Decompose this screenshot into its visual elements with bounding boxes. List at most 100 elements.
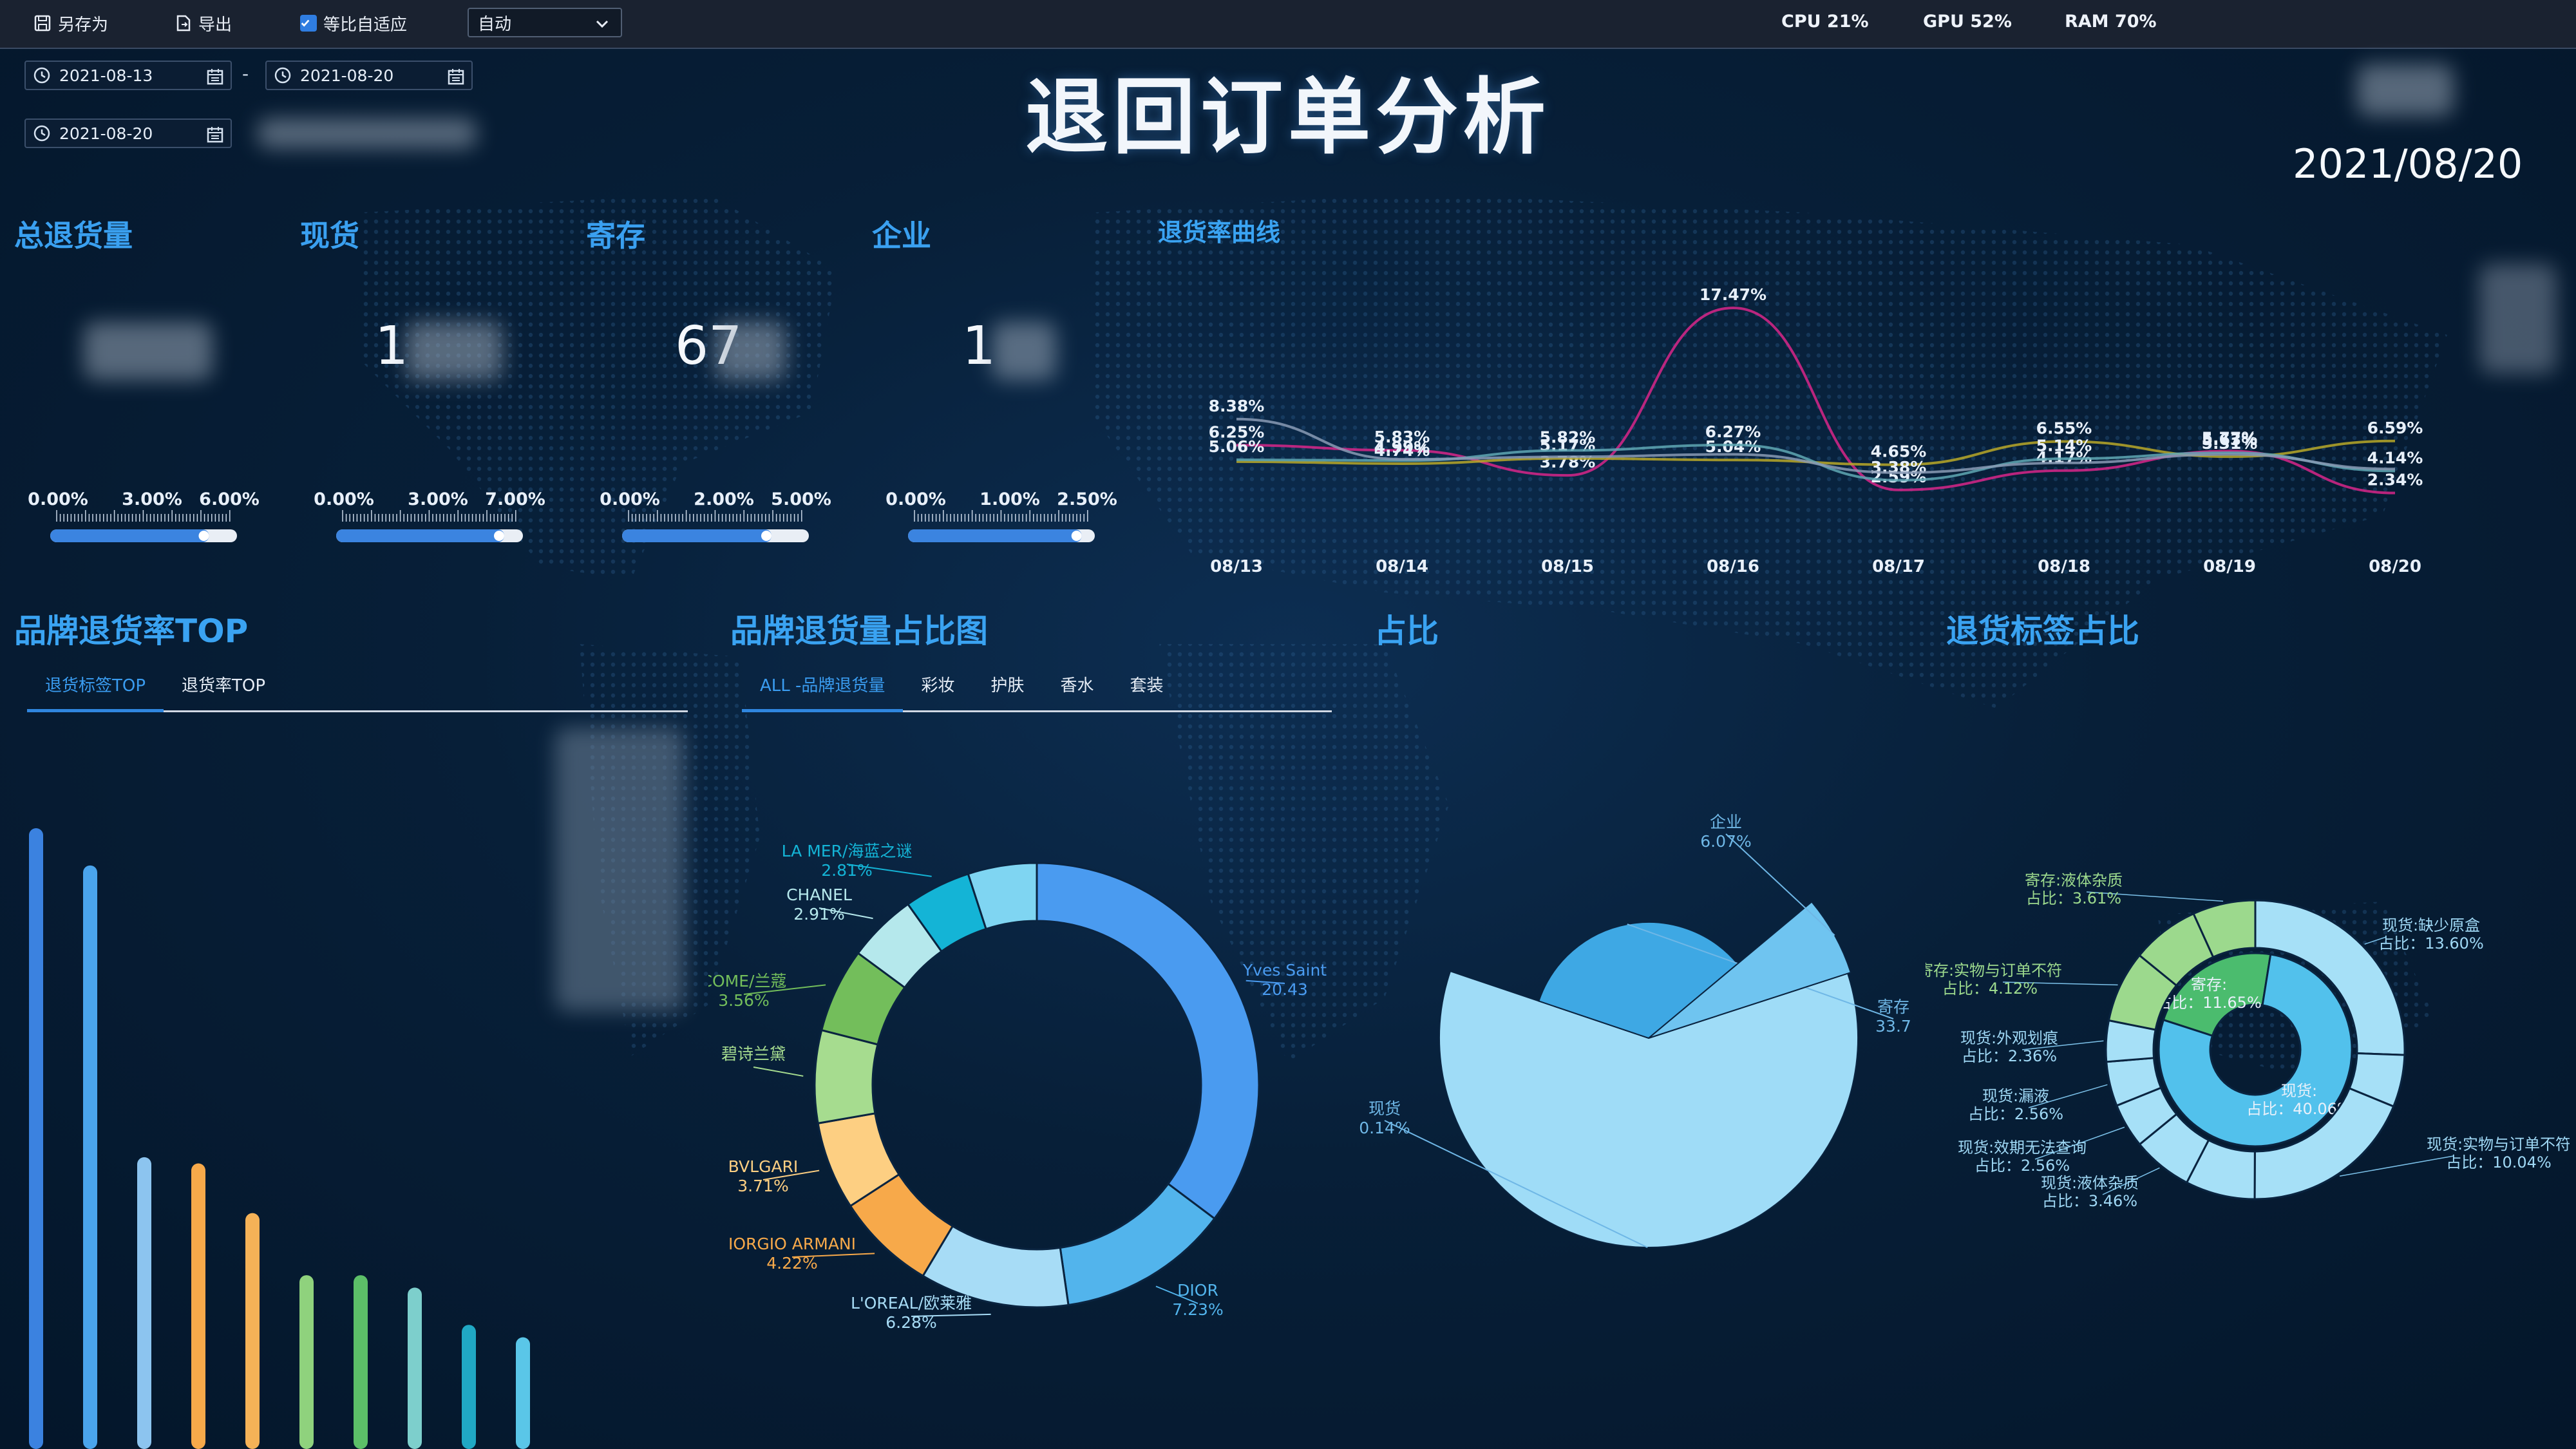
tab-skincare[interactable]: 护肤 xyxy=(972,661,1042,710)
tag-share-sunburst-chart: 寄存:占比：11.65%现货:占比：40.06%现货:缺少原盒占比：13.60%… xyxy=(1926,871,2570,1210)
end-date-value: 2021-08-20 xyxy=(300,66,394,85)
outer-slice-percent: 占比：3.46% xyxy=(2042,1192,2137,1210)
slice-name: 现货 xyxy=(1368,1099,1401,1118)
kpi-label-total: 总退货量 xyxy=(14,218,133,253)
outer-slice-name: 寄存:实物与订单不符 xyxy=(1926,961,2062,980)
save-icon xyxy=(34,15,51,32)
data-label: 17.47% xyxy=(1700,285,1766,304)
gauge-fill xyxy=(908,529,1082,542)
mode-select[interactable]: 自动 xyxy=(468,8,622,37)
brand-share-tabs: ALL -品牌退货量 彩妆 护肤 香水 套装 xyxy=(742,661,1332,712)
slice-name: 寄存 xyxy=(1877,998,1909,1016)
tab-return-tag-top[interactable]: 退货标签TOP xyxy=(27,661,164,712)
x-tick-label: 08/17 xyxy=(1872,557,1925,576)
slice-name: BVLGARI xyxy=(728,1157,799,1176)
data-label: 8.38% xyxy=(1209,397,1265,415)
x-tick-label: 08/16 xyxy=(1707,557,1759,576)
kpi-gauges: 0.00% 3.00% 6.00% 0.00% 3.00% 7.00% 0.00% 2.00%… xyxy=(28,489,1117,542)
save-as-button[interactable]: 另存为 xyxy=(33,9,108,37)
bar xyxy=(191,1163,205,1449)
outer-slice-name: 寄存:液体杂质 xyxy=(2025,871,2123,889)
data-label: 5.14% xyxy=(2036,436,2092,455)
end-date-picker[interactable]: 2021-08-20 xyxy=(265,61,473,90)
x-tick-label: 08/19 xyxy=(2203,557,2256,576)
data-label: 5.06% xyxy=(1209,437,1265,456)
blurred-kpi-deposit xyxy=(715,322,786,380)
gauge-tick-label: 3.00% xyxy=(408,489,468,509)
slice-name: 企业 xyxy=(1710,813,1742,831)
slice-percent: 0.14% xyxy=(1359,1119,1410,1137)
blurred-region xyxy=(258,118,477,148)
blurred-kpi-enterprise xyxy=(992,322,1056,380)
gauge-tick-label: 2.00% xyxy=(694,489,754,509)
slice-percent: 3.56% xyxy=(718,991,769,1010)
donut-slice xyxy=(1036,862,1260,1220)
share-pie-chart: 现货0.14% 寄存33.7 企业6.07% xyxy=(1359,813,1911,1248)
slice-percent: 3.71% xyxy=(737,1177,788,1195)
outer-slice-name: 现货:漏液 xyxy=(1982,1087,2049,1105)
tab-perfume[interactable]: 香水 xyxy=(1042,661,1112,710)
tag-share-title: 退货标签占比 xyxy=(1946,612,2139,650)
outer-slice-name: 现货:外观划痕 xyxy=(1960,1029,2058,1047)
gauge-tick-label: 0.00% xyxy=(886,489,946,509)
calendar-icon xyxy=(207,69,223,85)
calendar-icon xyxy=(448,69,464,85)
brand-share-donut-chart: Yves Saint20.43DIOR7.23%L'OREAL/欧莱雅6.28%… xyxy=(708,842,1327,1332)
data-label: 5.82% xyxy=(1540,428,1596,446)
outer-slice-percent: 占比：4.12% xyxy=(1942,980,2038,998)
page-title: 退回订单分析 xyxy=(1025,70,1551,166)
data-label: 2.34% xyxy=(2367,471,2423,489)
blurred-logo xyxy=(2357,64,2454,116)
outer-slice-percent: 占比：3.61% xyxy=(2026,889,2121,907)
gauge-tick-label: 0.00% xyxy=(600,489,660,509)
donut-slice xyxy=(813,1028,879,1125)
slice-name: IORGIO ARMANI xyxy=(728,1235,856,1253)
kpi-label-spot: 现货 xyxy=(300,218,359,253)
cpu-stat: CPU 21% xyxy=(1781,12,1869,32)
chevron-down-icon xyxy=(596,20,609,28)
kpi-label-enterprise: 企业 xyxy=(872,218,931,253)
return-rate-line-chart: 6.25% 5.83%3.78%17.47%2.59%4.17%5.77%2.34… xyxy=(1209,285,2423,576)
clock-icon xyxy=(33,125,50,142)
inner-slice-name: 现货: xyxy=(2281,1082,2317,1100)
slice-name: COME/兰蔻 xyxy=(708,972,786,990)
outer-slice-percent: 占比：13.60% xyxy=(2378,934,2484,952)
fit-checkbox[interactable]: 等比自适应 xyxy=(300,9,407,37)
gauge-fill xyxy=(50,529,209,542)
series-line xyxy=(1236,307,2396,495)
blurred-kpi-spot xyxy=(406,322,502,380)
bar xyxy=(462,1325,476,1449)
x-tick-label: 08/14 xyxy=(1376,557,1428,576)
slice-name: CHANEL xyxy=(786,886,852,904)
export-icon xyxy=(176,15,191,32)
leader-line xyxy=(753,1066,804,1077)
slice-name: DIOR xyxy=(1177,1281,1218,1300)
outer-slice-percent: 占比：10.04% xyxy=(2446,1153,2552,1171)
slice-percent: 20.43 xyxy=(1262,980,1308,999)
fit-label: 等比自适应 xyxy=(323,15,408,35)
gauge-tick-label: 6.00% xyxy=(199,489,260,509)
tab-makeup[interactable]: 彩妆 xyxy=(903,661,972,710)
x-tick-label: 08/13 xyxy=(1210,557,1263,576)
slice-percent: 2.91% xyxy=(793,905,844,923)
tab-return-rate-top[interactable]: 退货率TOP xyxy=(164,661,283,710)
inner-slice-percent: 占比：11.65% xyxy=(2156,994,2262,1012)
tab-all-brands[interactable]: ALL -品牌退货量 xyxy=(742,661,904,712)
start-date-picker[interactable]: 2021-08-13 xyxy=(24,61,232,90)
bar xyxy=(354,1275,368,1449)
slice-percent: 33.7 xyxy=(1875,1017,1911,1036)
single-date-picker[interactable]: 2021-08-20 xyxy=(24,118,232,148)
gauge-tick-label: 5.00% xyxy=(771,489,831,509)
gauge-knob xyxy=(198,531,209,541)
brand-top-title: 品牌退货率TOP xyxy=(14,612,249,650)
gauge-tick-label: 0.00% xyxy=(314,489,374,509)
slice-percent: 2.81% xyxy=(821,861,872,880)
gauge-tick-label: 7.00% xyxy=(485,489,545,509)
tab-sets[interactable]: 套装 xyxy=(1112,661,1181,710)
save-as-label: 另存为 xyxy=(58,15,109,35)
return-curve-title: 退货率曲线 xyxy=(1158,218,1281,247)
export-button[interactable]: 导出 xyxy=(174,9,232,37)
blurred-thumbnail xyxy=(2479,264,2557,374)
mode-select-value: 自动 xyxy=(478,14,512,34)
slice-name: LA MER/海蓝之谜 xyxy=(782,842,913,860)
